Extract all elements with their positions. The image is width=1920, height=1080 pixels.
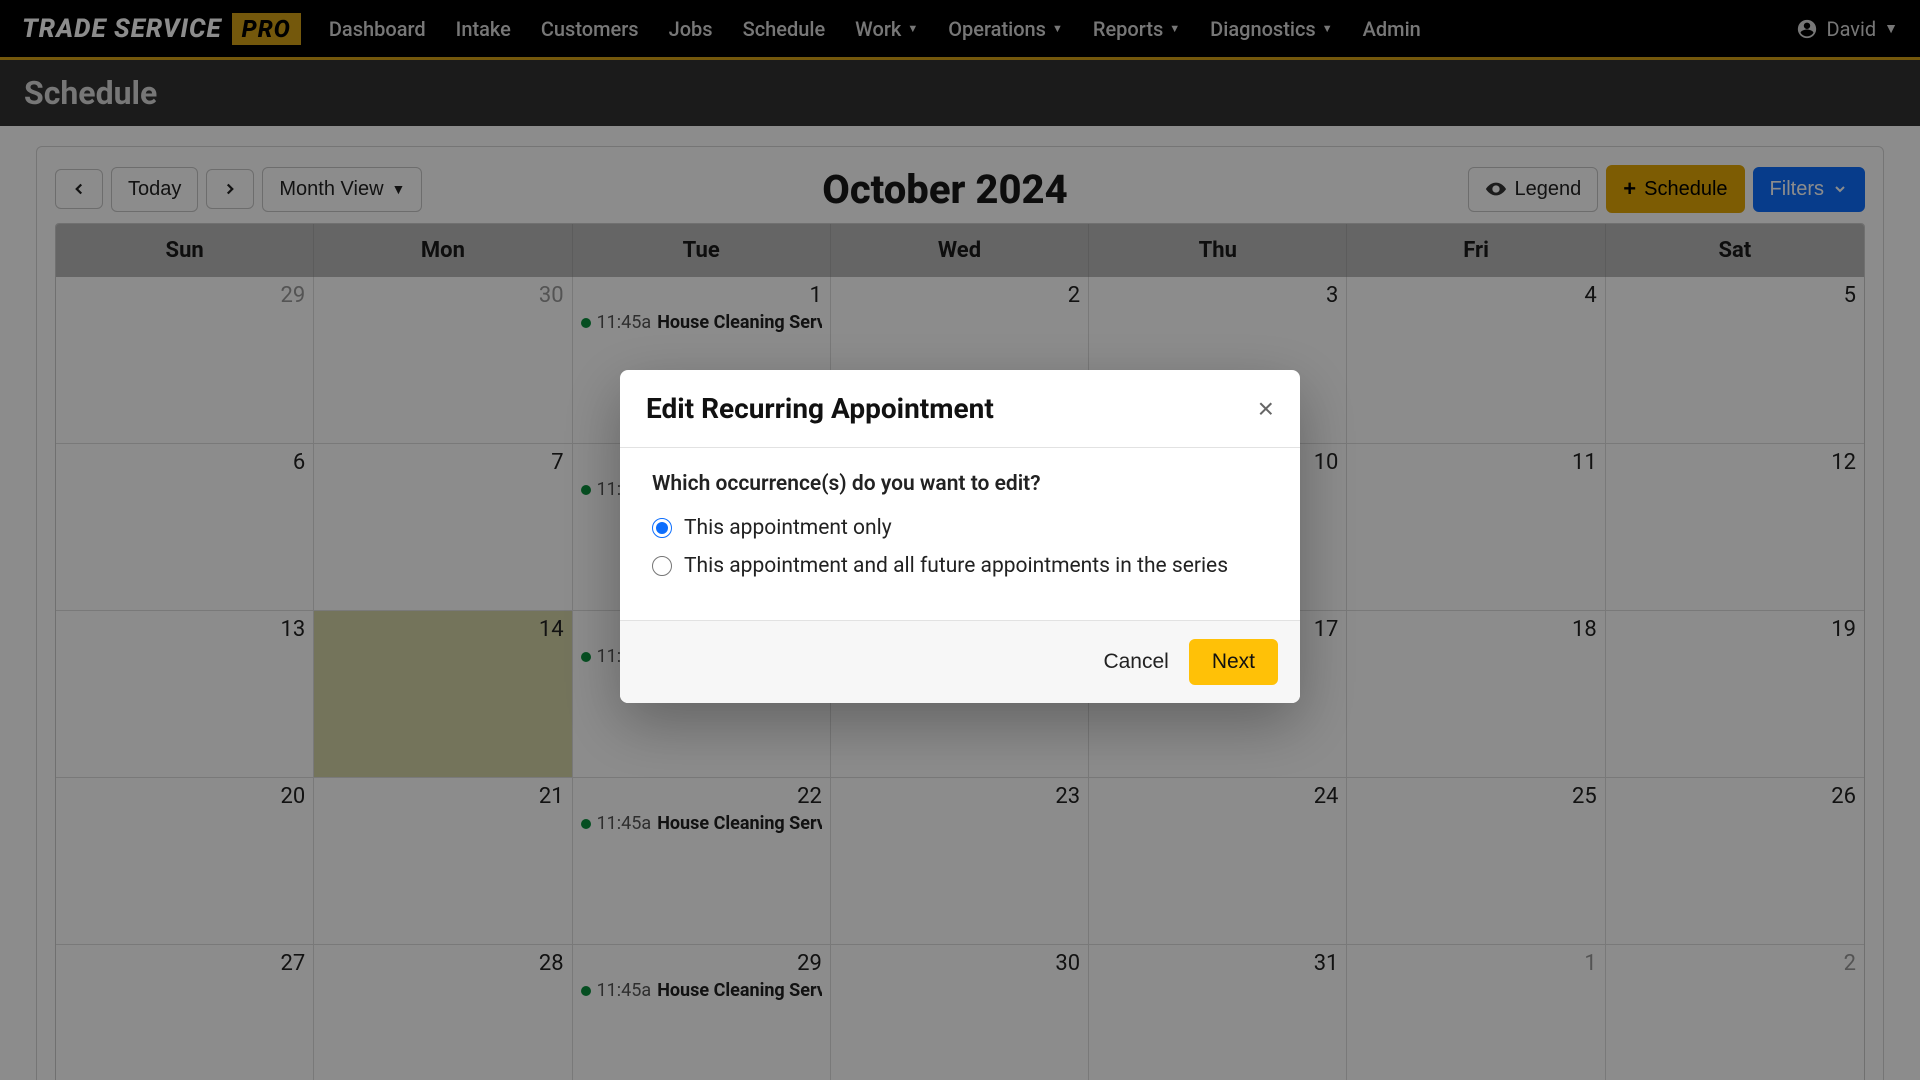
- modal-footer: Cancel Next: [620, 621, 1300, 703]
- next-button[interactable]: Next: [1189, 639, 1278, 685]
- modal: Edit Recurring Appointment × Which occur…: [620, 370, 1300, 703]
- modal-question: Which occurrence(s) do you want to edit?: [652, 472, 1268, 496]
- radio-all-future[interactable]: [652, 556, 672, 576]
- modal-overlay: Edit Recurring Appointment × Which occur…: [0, 0, 1920, 1080]
- modal-body: Which occurrence(s) do you want to edit?…: [620, 447, 1300, 621]
- modal-header: Edit Recurring Appointment ×: [620, 370, 1300, 447]
- radio-option-this-only[interactable]: This appointment only: [652, 516, 1268, 540]
- radio-this-only-label: This appointment only: [684, 516, 892, 540]
- radio-this-only[interactable]: [652, 518, 672, 538]
- close-icon: ×: [1258, 393, 1274, 424]
- cancel-button[interactable]: Cancel: [1103, 650, 1168, 674]
- radio-all-future-label: This appointment and all future appointm…: [684, 554, 1228, 578]
- modal-title: Edit Recurring Appointment: [646, 392, 994, 425]
- radio-option-all-future[interactable]: This appointment and all future appointm…: [652, 554, 1268, 578]
- close-button[interactable]: ×: [1258, 395, 1274, 423]
